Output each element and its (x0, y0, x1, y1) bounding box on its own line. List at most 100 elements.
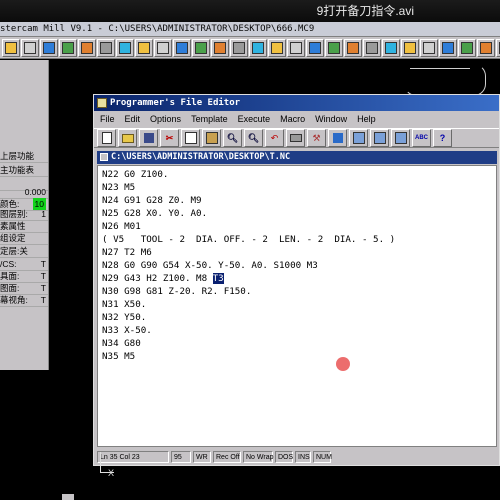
cube-icon[interactable] (211, 38, 229, 57)
menu-item-options[interactable]: Options (150, 112, 181, 127)
menu-item-template[interactable]: Template (191, 112, 228, 127)
left-menu-item[interactable]: 上层功能 (0, 150, 48, 163)
cube-front-icon[interactable] (249, 38, 267, 57)
cube-side-icon[interactable] (268, 38, 286, 57)
code-line[interactable]: N22 G0 Z100. (102, 168, 168, 181)
cube-back-icon[interactable] (306, 38, 324, 57)
fit-icon[interactable] (116, 38, 134, 57)
code-line[interactable]: N27 T2 M6 (102, 246, 152, 259)
code-line[interactable]: N25 G28 X0. Y0. A0. (102, 207, 207, 220)
code-line[interactable]: N31 X50. (102, 298, 146, 311)
pan-icon-glyph (100, 41, 112, 54)
menu-item-execute[interactable]: Execute (238, 112, 271, 127)
measure-icon[interactable] (401, 38, 419, 57)
axis-y-line (100, 452, 101, 472)
menu-item-edit[interactable]: Edit (125, 112, 141, 127)
next-icon[interactable] (21, 38, 39, 57)
document-path: C:\USERS\ADMINISTRATOR\DESKTOP\T.NC (111, 152, 291, 162)
code-line-text: N26 M01 (102, 221, 141, 232)
copy-icon[interactable] (181, 129, 200, 147)
code-line-text: N22 G0 Z100. (102, 169, 169, 180)
zoom-in-icon-glyph (43, 41, 55, 54)
cube-top-icon[interactable] (230, 38, 248, 57)
left-menu-label: 定层:关 (0, 246, 28, 256)
find-next-icon[interactable]: 🔍︎ (244, 129, 263, 147)
document-icon (100, 153, 108, 161)
help-book-icon[interactable] (328, 129, 347, 147)
prev-icon[interactable] (2, 38, 20, 57)
print-icon[interactable] (286, 129, 305, 147)
code-line-text: N23 M5 (102, 182, 136, 193)
code-editor[interactable]: N22 G0 Z100. N23 M5 N24 G91 G28 Z0. M9 N25 … (97, 165, 497, 447)
code-line[interactable]: N35 M5 (102, 350, 135, 363)
code-line[interactable]: N29 G43 H2 Z100. M8 T3 (102, 272, 224, 285)
code-line[interactable]: N34 G80 (102, 337, 141, 350)
save-icon[interactable] (139, 129, 158, 147)
code-line-text: N24 G91 G28 Z0. M9 (102, 195, 202, 206)
selected-text[interactable]: T3 (212, 273, 224, 284)
zoom-out-icon[interactable] (59, 38, 77, 57)
window-icon[interactable] (349, 129, 368, 147)
code-line[interactable]: N23 M5 (102, 181, 135, 194)
clipboard-icon[interactable] (439, 38, 457, 57)
cut-icon[interactable]: ✂ (160, 129, 179, 147)
menu-item-help[interactable]: Help (357, 112, 376, 127)
view-top-icon[interactable] (135, 38, 153, 57)
cube-left-icon[interactable] (363, 38, 381, 57)
new-file-icon[interactable] (97, 129, 116, 147)
left-function-panel: 上层功能 主功能表 0.000 颜色: 10 图层别: 1 素属性 组设定 定层:关/CS: T 具面… (0, 60, 49, 370)
left-menu-item[interactable]: 定层:关 (0, 245, 48, 258)
video-title: 9打开备刀指令.avi (0, 0, 500, 22)
left-menu-item[interactable]: 主功能表 (0, 164, 48, 177)
code-line[interactable]: N26 M01 (102, 220, 141, 233)
tools-icon[interactable]: ⚒ (307, 129, 326, 147)
left-menu-item[interactable]: 组设定 (0, 232, 48, 245)
zoom-in-icon[interactable] (40, 38, 58, 57)
view-iso-icon[interactable] (192, 38, 210, 57)
cube-bottom-icon[interactable] (325, 38, 343, 57)
about-icon[interactable]: ABC (412, 129, 431, 147)
code-line[interactable]: N33 X-50. (102, 324, 152, 337)
zoom-window-icon[interactable] (78, 38, 96, 57)
pfe-menubar: File Edit Options Template Execute Macro Windo… (94, 112, 499, 127)
left-menu-item[interactable]: 幕视角: T (0, 294, 48, 307)
pan-icon[interactable] (97, 38, 115, 57)
view-front-icon[interactable] (154, 38, 172, 57)
app-icon (97, 98, 107, 108)
help-icon[interactable] (496, 38, 500, 57)
find-icon[interactable]: 🔍︎ (223, 129, 242, 147)
code-line[interactable]: N30 G98 G81 Z-20. R2. F150. (102, 285, 251, 298)
code-line[interactable]: N32 Y50. (102, 311, 146, 324)
palette-icon[interactable] (420, 38, 438, 57)
code-line[interactable]: ( V5 TOOL - 2 DIA. OFF. - 2 LEN. - 2 DIA… (102, 233, 395, 246)
settings-icon[interactable] (458, 38, 476, 57)
zoom-out-icon-glyph (62, 41, 74, 54)
cursor-highlight (336, 357, 350, 371)
undo-icon[interactable]: ↶ (265, 129, 284, 147)
left-menu-value: T (40, 271, 46, 281)
menu-item-window[interactable]: Window (315, 112, 347, 127)
cube-iso-icon[interactable] (287, 38, 305, 57)
document-title-bar[interactable]: C:\USERS\ADMINISTRATOR\DESKTOP\T.NC (97, 151, 497, 164)
menu-item-file[interactable]: File (100, 112, 115, 127)
cascade-icon[interactable] (391, 129, 410, 147)
view-side-icon[interactable] (173, 38, 191, 57)
shade-icon[interactable] (477, 38, 495, 57)
pfe-window[interactable]: Programmer's File Editor File Edit Options… (93, 94, 500, 466)
code-line[interactable]: N28 G0 G90 G54 X-50. Y-50. A0. S1000 M3 (102, 259, 318, 272)
menu-item-macro[interactable]: Macro (280, 112, 305, 127)
cube-right-icon[interactable] (344, 38, 362, 57)
cube-iso-icon-glyph (290, 41, 302, 54)
tile-icon[interactable] (370, 129, 389, 147)
pfe-title-bar[interactable]: Programmer's File Editor (94, 95, 499, 111)
open-folder-icon[interactable] (118, 129, 137, 147)
left-menu-value: T (40, 259, 46, 269)
view-top-icon-glyph (138, 41, 150, 54)
status-cell: NUM (313, 451, 332, 463)
code-line[interactable]: N24 G91 G28 Z0. M9 (102, 194, 202, 207)
prev-icon-glyph (5, 41, 17, 54)
context-help-icon[interactable]: ? (433, 129, 452, 147)
cube-view-icon[interactable] (382, 38, 400, 57)
paste-icon[interactable] (202, 129, 221, 147)
code-line-text: N29 G43 H2 Z100. M8 (102, 273, 213, 284)
